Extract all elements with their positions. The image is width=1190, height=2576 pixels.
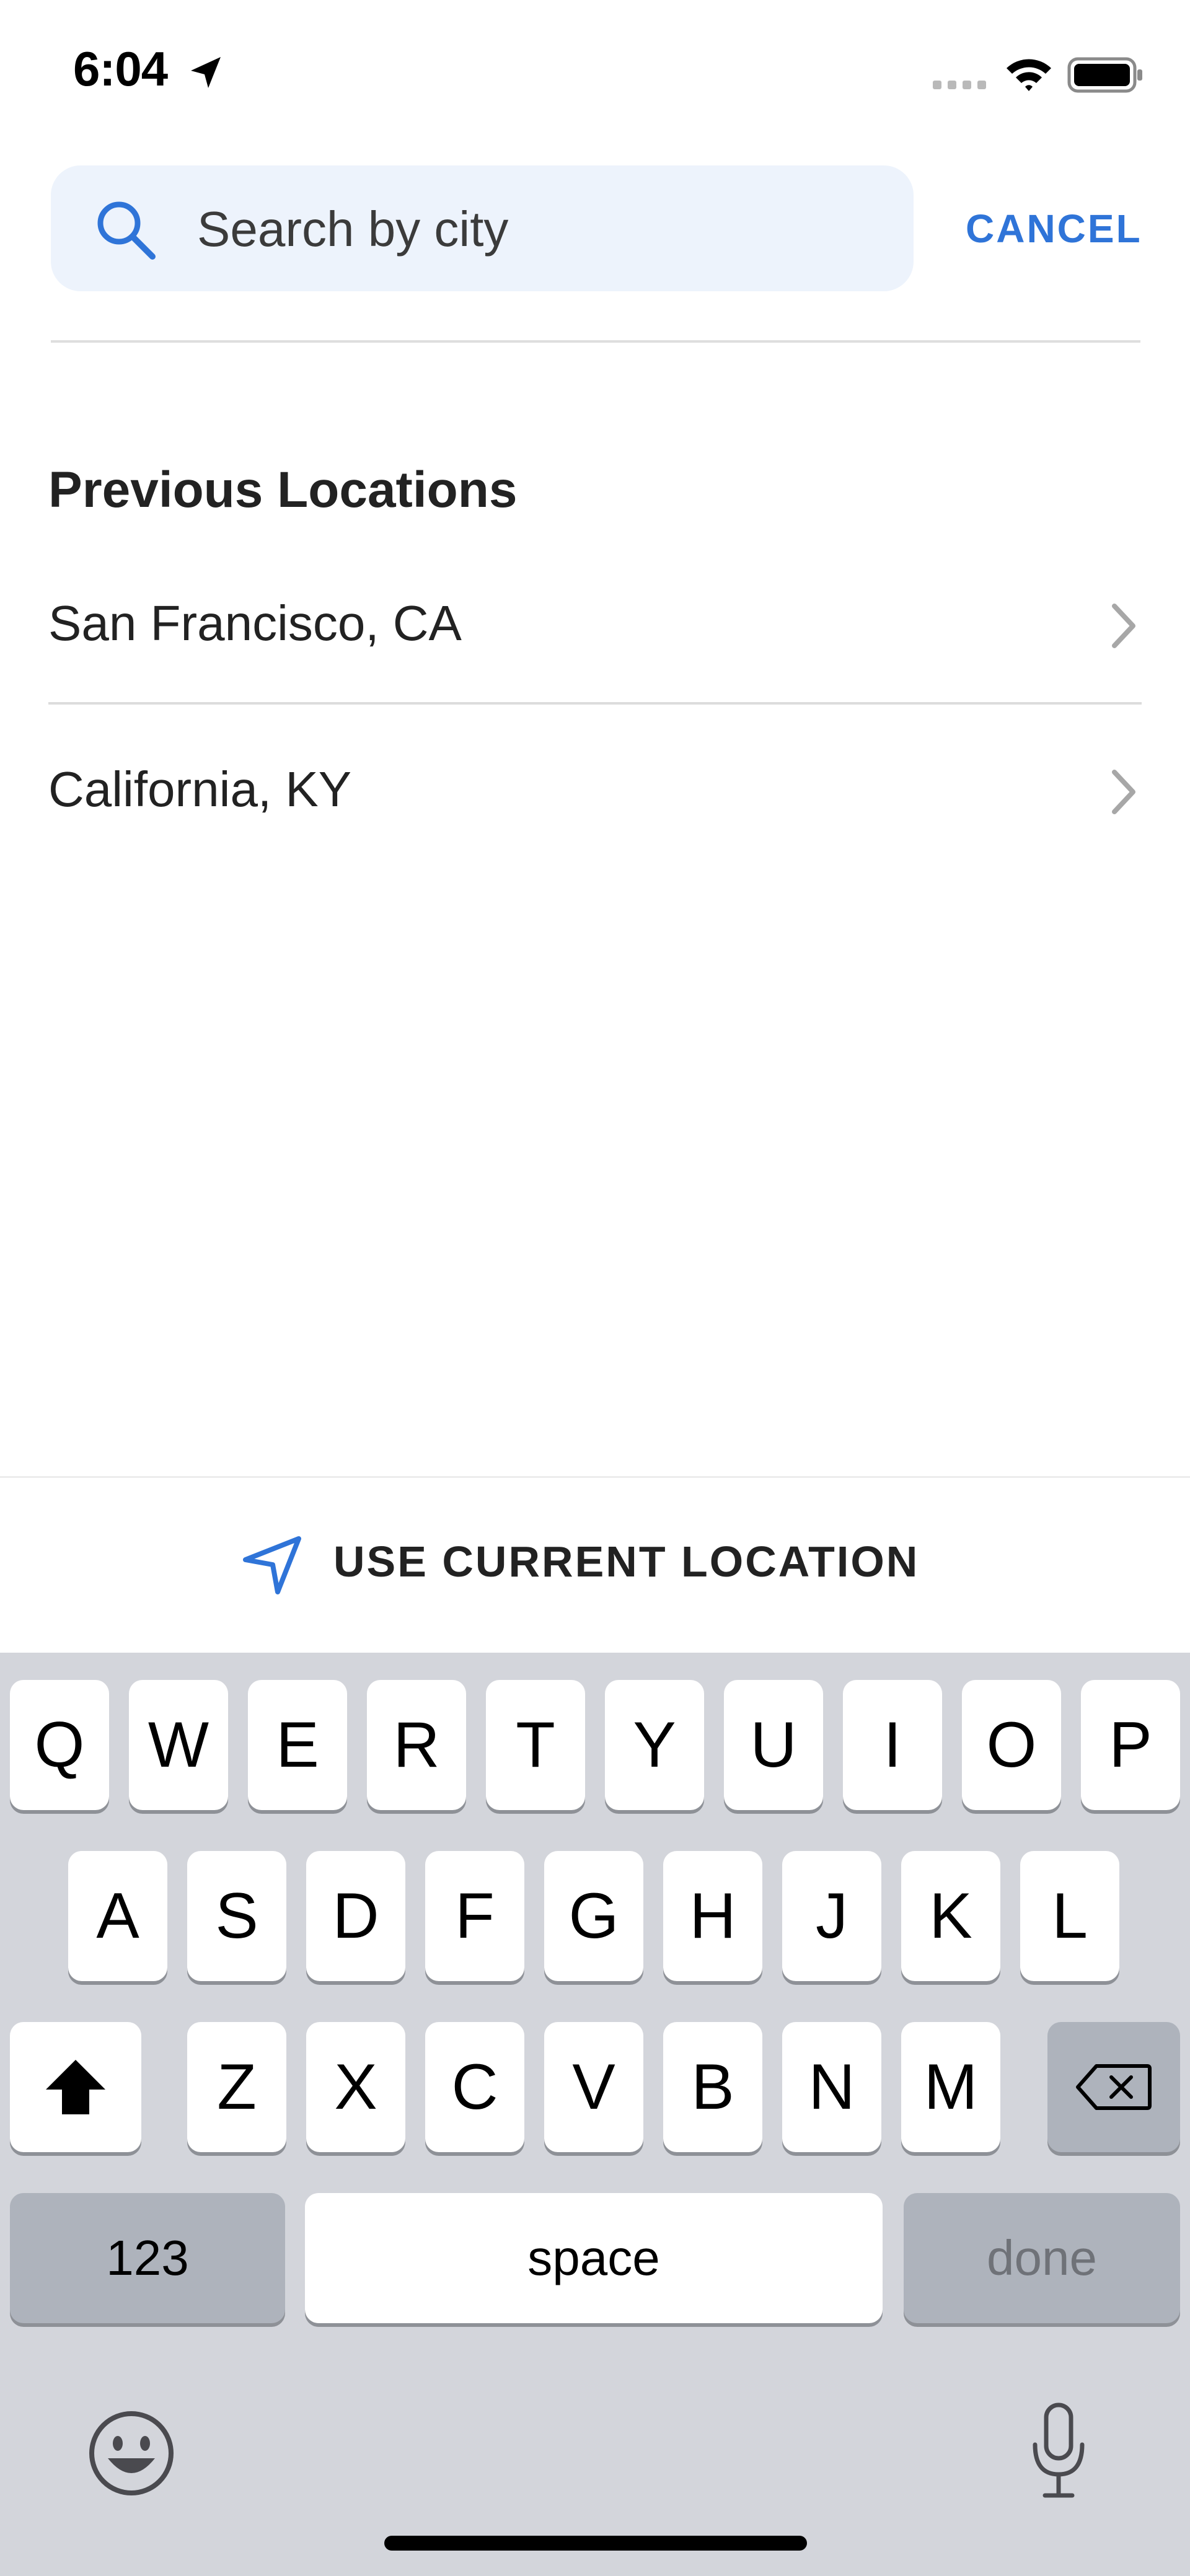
key-z[interactable]: Z — [187, 2022, 286, 2152]
key-d[interactable]: D — [306, 1851, 405, 1981]
wifi-icon — [1007, 59, 1051, 91]
key-x[interactable]: X — [306, 2022, 405, 2152]
backspace-icon — [1076, 2064, 1152, 2110]
key-i[interactable]: I — [843, 1680, 942, 1810]
key-c[interactable]: C — [425, 2022, 524, 2152]
key-m[interactable]: M — [901, 2022, 1000, 2152]
numbers-key[interactable]: 123 — [10, 2193, 285, 2323]
key-g[interactable]: G — [544, 1851, 643, 1981]
use-current-location-label: USE CURRENT LOCATION — [333, 1537, 920, 1586]
key-y[interactable]: Y — [605, 1680, 704, 1810]
key-r[interactable]: R — [367, 1680, 466, 1810]
navigation-icon — [243, 1536, 301, 1594]
key-f[interactable]: F — [425, 1851, 524, 1981]
key-b[interactable]: B — [663, 2022, 762, 2152]
key-u[interactable]: U — [724, 1680, 823, 1810]
location-arrow-icon — [191, 57, 221, 88]
shift-icon — [46, 2060, 105, 2114]
status-time: 6:04 — [73, 42, 168, 96]
key-t[interactable]: T — [486, 1680, 585, 1810]
home-indicator — [384, 2536, 807, 2551]
keyboard: Q W E R T Y U I O P A S D F G H J K L Z … — [0, 1653, 1190, 2576]
list-divider — [48, 702, 1142, 705]
key-k[interactable]: K — [901, 1851, 1000, 1981]
key-j[interactable]: J — [782, 1851, 881, 1981]
key-h[interactable]: H — [663, 1851, 762, 1981]
location-item-label: San Francisco, CA — [48, 596, 462, 651]
key-q[interactable]: Q — [10, 1680, 109, 1810]
key-s[interactable]: S — [187, 1851, 286, 1981]
location-item-san-francisco[interactable]: San Francisco, CA — [48, 545, 1142, 710]
shift-key[interactable] — [10, 2022, 141, 2152]
key-l[interactable]: L — [1020, 1851, 1119, 1981]
key-a[interactable]: A — [68, 1851, 167, 1981]
done-key-label: done — [987, 2230, 1097, 2285]
key-p[interactable]: P — [1081, 1680, 1180, 1810]
done-key[interactable]: done — [904, 2193, 1180, 2323]
emoji-icon[interactable] — [87, 2409, 176, 2498]
numbers-key-label: 123 — [106, 2230, 189, 2285]
chevron-right-icon — [1112, 770, 1135, 814]
divider — [51, 340, 1140, 343]
cellular-signal-icon — [933, 81, 986, 89]
space-key[interactable]: space — [305, 2193, 883, 2323]
section-title-previous-locations: Previous Locations — [48, 462, 518, 518]
key-o[interactable]: O — [962, 1680, 1061, 1810]
key-n[interactable]: N — [782, 2022, 881, 2152]
battery-icon — [1067, 57, 1142, 93]
microphone-icon[interactable] — [1028, 2401, 1090, 2500]
key-v[interactable]: V — [544, 2022, 643, 2152]
chevron-right-icon — [1112, 604, 1135, 648]
cancel-button[interactable]: CANCEL — [966, 206, 1142, 252]
location-item-california-ky[interactable]: California, KY — [48, 711, 1142, 876]
key-w[interactable]: W — [129, 1680, 228, 1810]
search-icon — [97, 201, 156, 260]
backspace-key[interactable] — [1047, 2022, 1180, 2152]
key-e[interactable]: E — [248, 1680, 347, 1810]
location-item-label: California, KY — [48, 762, 352, 817]
space-key-label: space — [527, 2230, 660, 2285]
search-input[interactable] — [197, 186, 879, 273]
